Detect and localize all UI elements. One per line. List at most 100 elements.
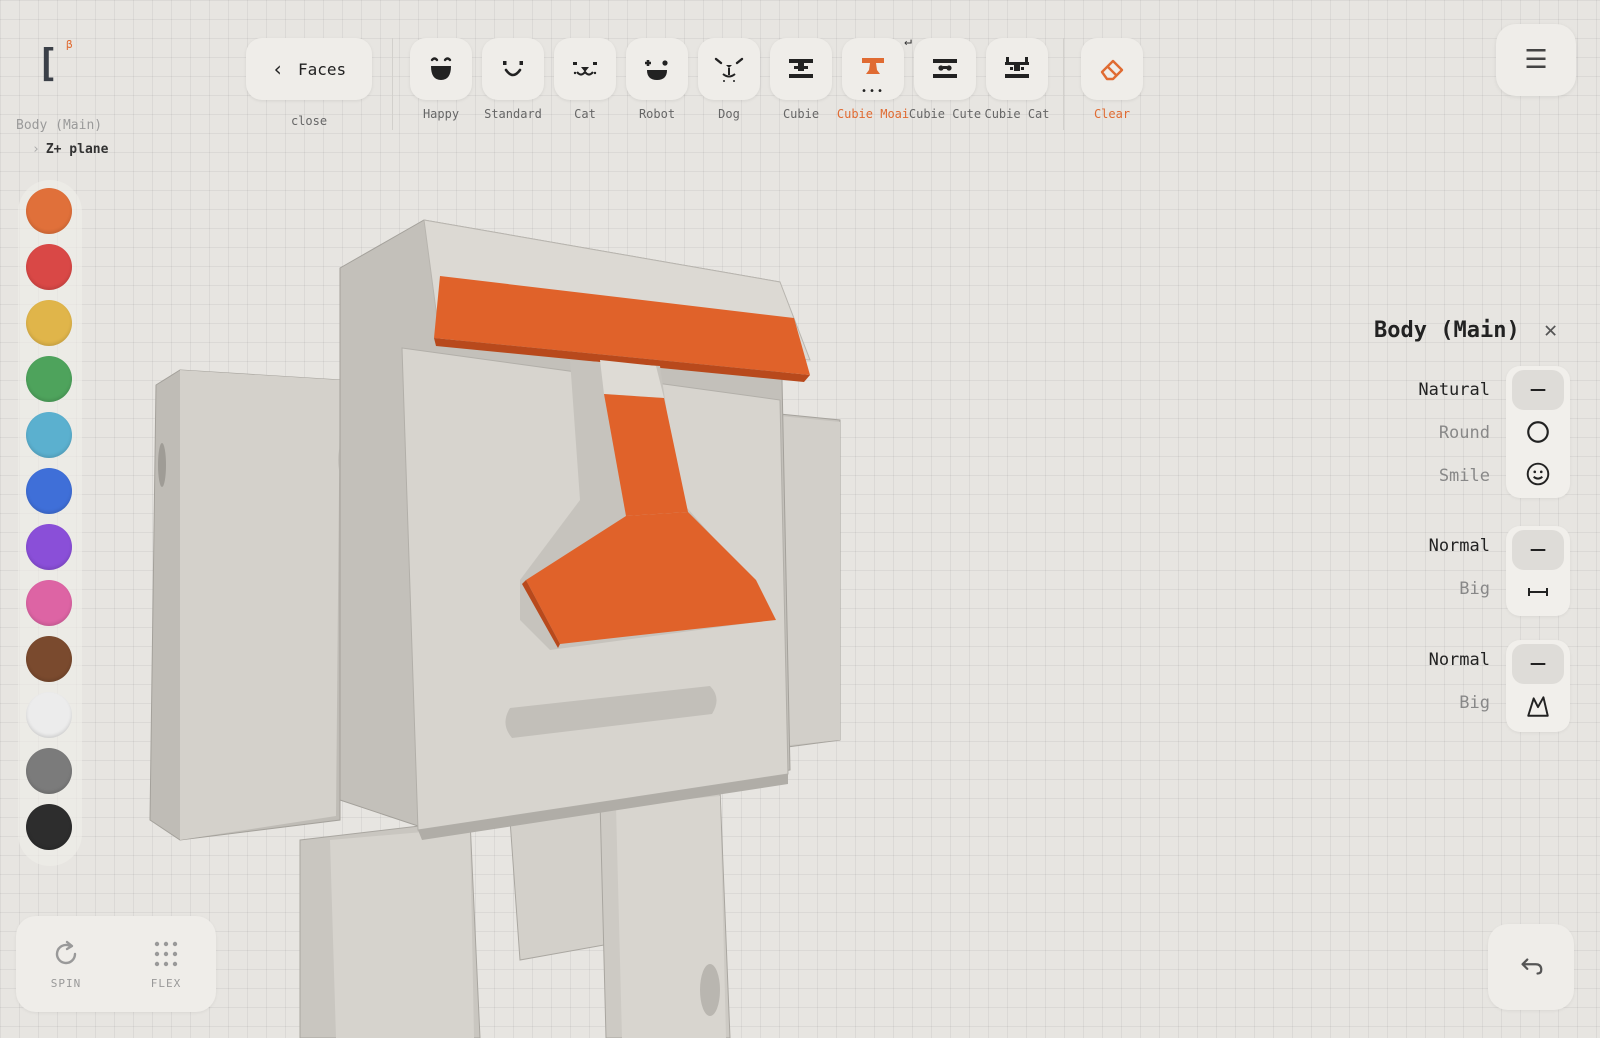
face-label: Robot <box>638 107 676 121</box>
color-swatch-purple[interactable] <box>26 524 72 570</box>
rotate-icon <box>55 940 77 964</box>
face-button[interactable] <box>914 38 976 100</box>
face-label: Cubie Cute <box>908 107 982 121</box>
face-option-robot[interactable]: Robot <box>621 26 693 121</box>
smiley-icon <box>1526 462 1550 486</box>
option-natural[interactable] <box>1512 370 1564 410</box>
option-normal-height-label[interactable]: Normal <box>1429 650 1490 670</box>
color-swatch-gray[interactable] <box>26 748 72 794</box>
face-option-cubie-cute[interactable]: Cubie Cute <box>909 26 981 121</box>
clear-option[interactable]: Clear <box>1076 26 1148 121</box>
close-label[interactable]: close <box>291 114 327 128</box>
model-viewport[interactable] <box>140 200 860 1038</box>
color-swatch-green[interactable] <box>26 356 72 402</box>
dash-icon <box>1530 388 1546 392</box>
view-tools: SPIN FLEX <box>16 916 216 1012</box>
dog-face-icon <box>714 57 744 82</box>
option-big-width[interactable] <box>1512 572 1564 612</box>
cubie-cat-face-icon <box>1005 57 1029 78</box>
face-option-dog[interactable]: Dog <box>693 26 765 121</box>
face-button[interactable] <box>698 38 760 100</box>
leg-slot <box>700 964 720 1016</box>
face-button-selected[interactable]: ••• ↵ <box>842 34 912 100</box>
flex-label: FLEX <box>150 976 182 990</box>
face-button[interactable] <box>482 38 544 100</box>
color-swatch-black[interactable] <box>26 804 72 850</box>
face-option-cubie-cat[interactable]: Cubie Cat <box>981 26 1053 121</box>
flex-tool[interactable]: FLEX <box>151 939 182 990</box>
breadcrumb-root[interactable]: Body (Main) <box>16 118 108 133</box>
option-round[interactable] <box>1512 412 1564 452</box>
menu-button[interactable]: ☰ <box>1496 24 1576 96</box>
color-swatch-light-blue[interactable] <box>26 412 72 458</box>
option-big-width-label[interactable]: Big <box>1459 579 1490 599</box>
face-label: Standard <box>484 107 542 121</box>
face-option-cat[interactable]: Cat <box>549 26 621 121</box>
face-label: Dog <box>718 107 740 121</box>
happy-face-icon <box>430 57 452 80</box>
option-normal-height[interactable] <box>1512 644 1564 684</box>
nose-shape-group <box>1506 366 1570 498</box>
cat-face-icon <box>573 62 597 76</box>
color-swatch-brown[interactable] <box>26 636 72 682</box>
face-label: Cubie <box>782 107 820 121</box>
face-option-cubie[interactable]: Cubie <box>765 26 837 121</box>
width-icon <box>1528 588 1548 596</box>
grid-dots-icon <box>154 941 178 966</box>
option-natural-label[interactable]: Natural <box>1418 380 1490 400</box>
faces-back-button[interactable]: ‹ Faces <box>246 38 372 100</box>
color-swatch-pink[interactable] <box>26 580 72 626</box>
color-palette <box>18 180 82 866</box>
app-logo[interactable]: [ β <box>36 38 76 82</box>
undo-icon <box>1521 958 1543 975</box>
panel-close-icon[interactable]: ✕ <box>1544 318 1557 343</box>
spin-tool[interactable]: SPIN <box>51 939 82 990</box>
option-normal-width-label[interactable]: Normal <box>1429 536 1490 556</box>
option-smile-label[interactable]: Smile <box>1439 466 1490 486</box>
robot-face-icon <box>645 60 668 80</box>
dash-icon <box>1530 548 1546 552</box>
height-group <box>1506 640 1570 732</box>
breadcrumb-child-label: Z+ plane <box>45 142 109 157</box>
face-button[interactable] <box>986 38 1048 100</box>
face-button[interactable] <box>410 38 472 100</box>
ear-icon <box>1527 696 1549 717</box>
faces-group: ‹ Faces close <box>236 26 382 128</box>
color-swatch-red[interactable] <box>26 244 72 290</box>
face-label: Cat <box>574 107 596 121</box>
option-smile[interactable] <box>1512 454 1564 494</box>
smile-face-icon <box>503 61 523 77</box>
breadcrumb-child[interactable]: › Z+ plane <box>32 142 108 157</box>
hamburger-menu-icon: ☰ <box>1524 45 1548 75</box>
chevron-left-icon: ‹ <box>271 57 284 81</box>
cubie-cute-face-icon <box>933 59 957 78</box>
option-round-label[interactable]: Round <box>1439 423 1490 443</box>
face-button[interactable] <box>554 38 616 100</box>
faces-toolbar: ‹ Faces close Happy Standard Cat Robot D… <box>236 26 1176 136</box>
breadcrumb: Body (Main) › Z+ plane <box>16 118 108 157</box>
face-option-happy[interactable]: Happy <box>405 26 477 121</box>
face-option-standard[interactable]: Standard <box>477 26 549 121</box>
option-big-height[interactable] <box>1512 686 1564 726</box>
clear-button[interactable] <box>1081 38 1143 100</box>
undo-button[interactable] <box>1488 924 1574 1010</box>
option-normal-width[interactable] <box>1512 530 1564 570</box>
option-big-height-label[interactable]: Big <box>1459 693 1490 713</box>
face-label: Cubie Moai <box>836 107 910 121</box>
color-swatch-orange[interactable] <box>26 188 72 234</box>
clear-label: Clear <box>1093 107 1131 121</box>
face-label: Cubie Cat <box>984 107 1050 121</box>
more-options-dots[interactable]: ••• <box>861 87 885 97</box>
face-button[interactable] <box>626 38 688 100</box>
spin-label: SPIN <box>50 976 82 990</box>
color-swatch-blue[interactable] <box>26 468 72 514</box>
panel-title: Body (Main) <box>1374 318 1520 343</box>
arm-slot <box>158 443 166 487</box>
color-swatch-yellow[interactable] <box>26 300 72 346</box>
moai-face-icon <box>862 58 884 74</box>
dash-icon <box>1530 662 1546 666</box>
eraser-icon <box>1100 59 1124 81</box>
face-option-cubie-moai[interactable]: ••• ↵ Cubie Moai <box>836 26 912 121</box>
color-swatch-white[interactable] <box>26 692 72 738</box>
face-button[interactable] <box>770 38 832 100</box>
